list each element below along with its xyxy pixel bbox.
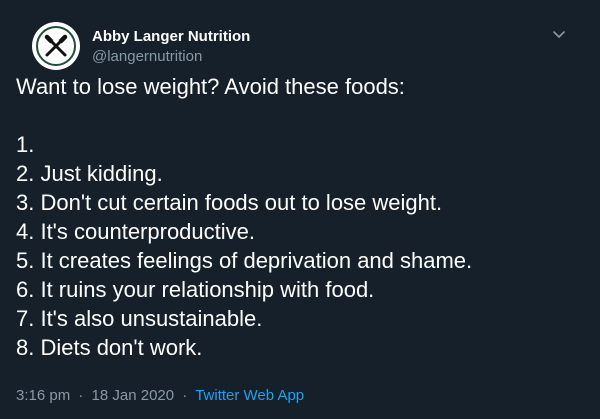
crossed-fork-knife-icon: [44, 34, 68, 57]
author-display-name[interactable]: Abby Langer Nutrition: [92, 27, 250, 47]
tweet-date[interactable]: 18 Jan 2020: [92, 387, 175, 404]
logo-ring: [36, 26, 76, 66]
avatar[interactable]: [32, 22, 80, 70]
tweet-card: Abby Langer Nutrition @langernutrition W…: [0, 0, 600, 419]
author-handle[interactable]: @langernutrition: [92, 47, 250, 67]
tweet-line: 4. It's counterproductive.: [16, 219, 255, 244]
tweet-text: Want to lose weight? Avoid these foods: …: [16, 72, 584, 362]
tweet-line: 7. It's also unsustainable.: [16, 306, 263, 331]
tweet-line: Want to lose weight? Avoid these foods:: [16, 74, 405, 99]
chevron-down-icon[interactable]: [552, 28, 566, 42]
tweet-header: Abby Langer Nutrition @langernutrition: [16, 12, 584, 70]
tweet-line: 1.: [16, 132, 35, 157]
tweet-line: 5. It creates feelings of deprivation an…: [16, 248, 473, 273]
tweet-source-link[interactable]: Twitter Web App: [195, 387, 304, 404]
tweet-line: 3. Don't cut certain foods out to lose w…: [16, 190, 443, 215]
tweet-line: 2. Just kidding.: [16, 161, 163, 186]
meta-separator: ·: [78, 387, 84, 404]
tweet-meta: 3:16 pm · 18 Jan 2020 · Twitter Web App: [16, 386, 304, 406]
meta-separator: ·: [182, 387, 188, 404]
tweet-line: 8. Diets don't work.: [16, 335, 203, 360]
author-names: Abby Langer Nutrition @langernutrition: [92, 27, 250, 67]
tweet-time[interactable]: 3:16 pm: [16, 387, 70, 404]
tweet-line: 6. It ruins your relationship with food.: [16, 277, 375, 302]
tweet-line: [16, 101, 584, 130]
